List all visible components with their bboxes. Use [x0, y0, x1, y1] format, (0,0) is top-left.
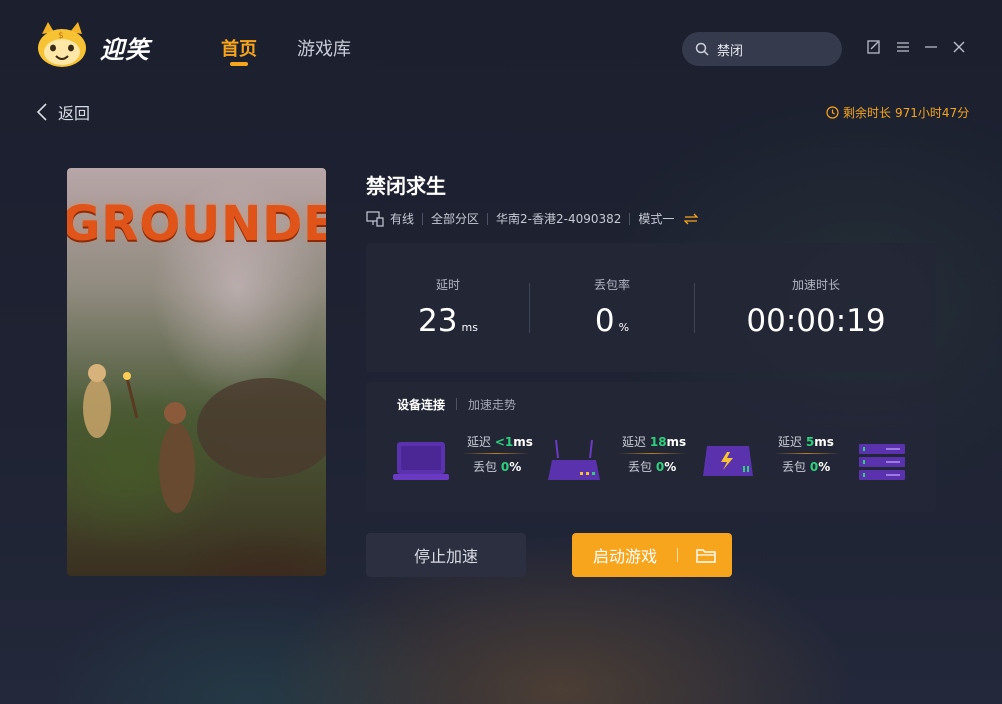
launch-game-button[interactable]: 启动游戏: [572, 533, 732, 577]
launch-game-label: 启动游戏: [593, 547, 658, 566]
search-box[interactable]: [682, 32, 842, 66]
stop-acceleration-button[interactable]: 停止加速: [366, 533, 526, 577]
search-input[interactable]: [715, 40, 829, 58]
router-icon: [548, 439, 600, 480]
region-label: 全部分区: [431, 212, 480, 226]
feedback-icon[interactable]: [865, 38, 883, 56]
packet-loss-stat: 丢包率 0%: [572, 243, 652, 339]
packet-loss-value: 0: [594, 303, 615, 339]
server-rack-icon: [859, 444, 905, 480]
divider: [422, 212, 424, 225]
link3-line: [774, 453, 840, 454]
packet-loss-unit: %: [618, 321, 630, 334]
menu-icon[interactable]: [894, 38, 912, 56]
stat-divider: [529, 283, 530, 333]
back-button[interactable]: 返回: [36, 100, 90, 124]
remaining-value: 971小时47分: [895, 106, 970, 120]
app-logo-text: 迎笑: [100, 36, 150, 64]
link2-line: [618, 453, 686, 454]
tab-divider: [456, 398, 457, 410]
game-info-row: 有线 全部分区 华南2-香港2-4090382 模式一: [366, 210, 699, 227]
search-icon: [695, 42, 709, 56]
latency-value: 23: [418, 303, 458, 339]
chevron-left-icon: [36, 103, 47, 121]
back-label: 返回: [58, 104, 91, 123]
divider: [487, 212, 489, 225]
device-panel: 设备连接 加速走势 延迟 <1ms 丢包 0% 延迟 18ms 丢包 0% 延迟…: [366, 382, 936, 512]
link1-line: [462, 453, 530, 454]
link3-loss: 丢包 0%: [782, 460, 831, 474]
mascot-logo-icon: $: [38, 22, 86, 67]
laptop-icon: [393, 442, 449, 480]
link1-loss: 丢包 0%: [473, 460, 522, 474]
duration-stat: 加速时长 00:00:19: [736, 243, 896, 339]
minimize-icon[interactable]: [922, 38, 940, 56]
wired-network-icon: [366, 210, 384, 227]
remaining-time: 剩余时长 971小时47分: [826, 104, 969, 121]
tab-device-connection[interactable]: 设备连接: [397, 396, 445, 413]
nav-tab-library[interactable]: 游戏库: [297, 35, 351, 61]
tab-acceleration-trend[interactable]: 加速走势: [468, 396, 516, 413]
cover-art-figures: [83, 364, 326, 513]
duration-label: 加速时长: [791, 278, 840, 292]
connection-type: 有线: [390, 212, 415, 226]
nav-tab-home[interactable]: 首页: [221, 35, 257, 61]
link2-latency: 延迟 18ms: [622, 435, 687, 449]
stats-panel: 延时 23 ms 丢包率 0% 加速时长 00:00:19: [366, 243, 936, 372]
remaining-label: 剩余时长: [843, 106, 892, 120]
nav-active-indicator: [230, 62, 248, 66]
link1-latency: 延迟 <1ms: [467, 435, 533, 449]
accelerator-box-icon: [703, 446, 753, 476]
close-icon[interactable]: [950, 38, 968, 56]
stat-divider: [694, 283, 695, 333]
folder-icon[interactable]: [696, 547, 716, 563]
button-divider: [677, 548, 679, 562]
divider: [629, 212, 631, 225]
svg-text:$: $: [58, 31, 64, 41]
game-title: 禁闭求生: [366, 174, 446, 198]
mode-label: 模式一: [638, 212, 675, 226]
link3-latency: 延迟 5ms: [778, 435, 834, 449]
clock-icon: [826, 106, 839, 119]
game-cover-image: GROUNDED: [67, 168, 326, 576]
latency-stat: 延时 23 ms: [406, 243, 490, 339]
link2-loss: 丢包 0%: [628, 460, 677, 474]
packet-loss-label: 丢包率: [593, 278, 630, 292]
duration-value: 00:00:19: [746, 303, 886, 339]
latency-label: 延时: [435, 278, 460, 292]
swap-icon[interactable]: [684, 213, 699, 225]
latency-unit: ms: [461, 321, 478, 334]
server-label: 华南2-香港2-4090382: [496, 212, 622, 226]
